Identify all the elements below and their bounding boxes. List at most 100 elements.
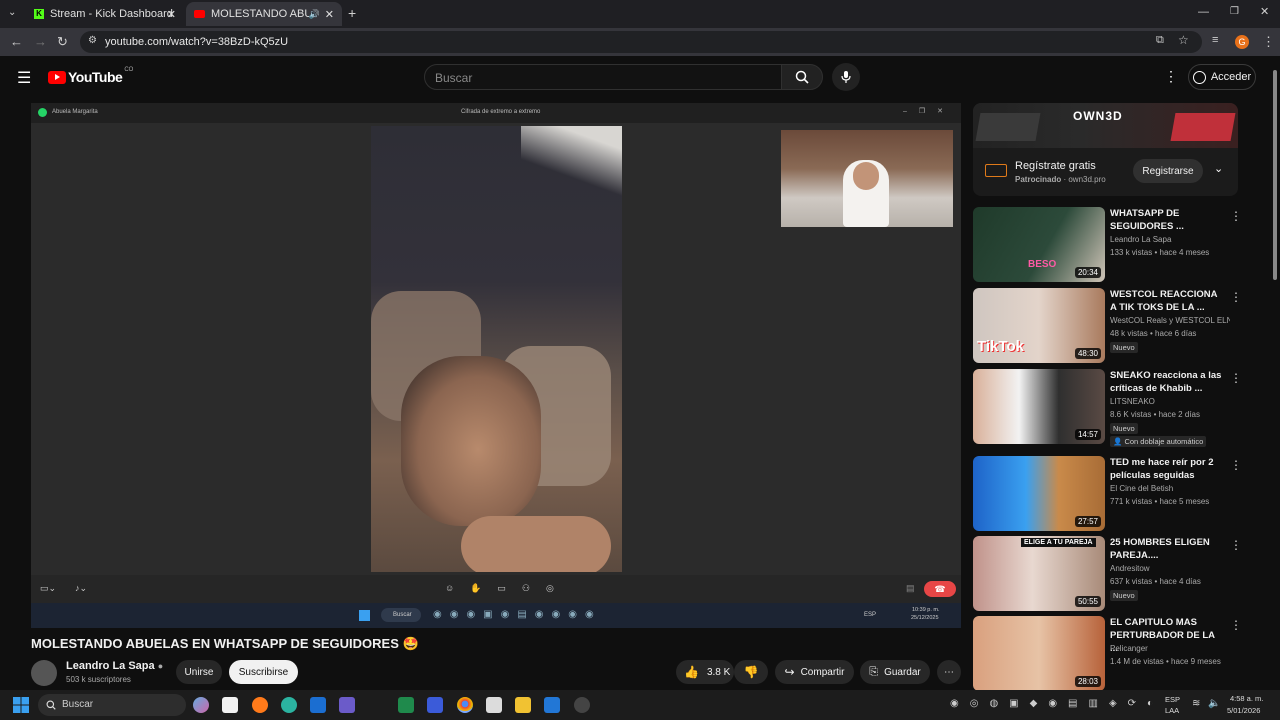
tray-icons[interactable]: ◉◎◍▣◆◉▤▥◈⟳◐ [950,698,1153,712]
whatsapp-title-bar: Abuela Margarita Cifrada de extremo a ex… [31,103,961,123]
recommendation-item[interactable]: 14:57 SNEAKO reacciona a las críticas de… [973,369,1243,447]
video-thumbnail[interactable]: 27:57 [973,456,1105,531]
call-tools-icons[interactable]: ☺✋▭⚇◎ [445,583,570,594]
settings-more-icon[interactable]: ⋮ [1164,68,1178,85]
recommendation-item[interactable]: TikTok 48:30 WESTCOL REACCIONA A TIK TOK… [973,288,1243,363]
recommendation-title: 25 HOMBRES ELIGEN PAREJA.... [1110,537,1210,561]
tab-search-icon[interactable]: ⌄ [8,8,16,18]
recommendation-meta: 637 k vistas • hace 4 días [1110,577,1201,586]
recommendation-item[interactable]: BESO 20:34 WHATSAPP DE SEGUIDORES ... Le… [973,207,1243,282]
sign-in-label: Acceder [1210,71,1252,83]
tab-title: MOLESTANDO ABUELAS EN [211,8,309,20]
dislike-button[interactable]: 👎 [734,660,768,684]
back-icon[interactable]: ← [10,35,23,48]
more-options-icon[interactable]: ⋮ [1230,618,1242,632]
channel-avatar[interactable] [31,660,57,686]
video-thumbnail[interactable]: BESO 20:34 [973,207,1105,282]
more-options-icon[interactable]: ⋮ [1230,290,1242,304]
mic-toggle-icon[interactable]: ♪⌄ [75,583,87,594]
thumbs-up-icon: 👍 [684,665,699,679]
windows-start-icon[interactable] [13,697,29,713]
site-info-icon[interactable]: ⚙ [88,35,97,46]
speaker-icon[interactable]: 🔊 [309,9,320,20]
app-icon[interactable] [427,697,443,713]
more-options-icon[interactable]: ⋮ [1230,458,1242,472]
share-button[interactable]: ↪ Compartir [775,660,854,684]
video-player[interactable]: Abuela Margarita Cifrada de extremo a ex… [31,103,961,628]
ad-cta-button[interactable]: Registrarse [1133,159,1203,183]
duration-badge: 27:57 [1074,516,1101,527]
taskbar-lang[interactable]: ESP [1165,695,1180,704]
mail-icon[interactable] [544,697,560,713]
install-icon[interactable]: ⧉ [1156,34,1164,47]
media-control-icon[interactable]: ≡ [1212,35,1218,46]
end-call-button[interactable]: ☎ [924,581,956,597]
wifi-icon[interactable]: ≋ [1192,698,1200,709]
copilot-icon[interactable] [193,697,209,713]
sign-in-button[interactable]: Acceder [1188,64,1256,90]
outlook-icon[interactable] [310,697,326,713]
voice-search-button[interactable] [832,63,860,91]
more-options-icon[interactable]: ⋮ [1230,538,1242,552]
tab-kick-dashboard[interactable]: K Stream - Kick Dashboard ✕ [26,2,184,26]
chevron-down-icon[interactable]: ⌄ [1214,162,1223,175]
clock-time[interactable]: 4:58 a. m. [1230,694,1263,703]
excel-icon[interactable] [398,697,414,713]
recommendation-item[interactable]: 27:57 TED me hace reír por 2 películas s… [973,456,1243,531]
address-bar[interactable]: ⚙ youtube.com/watch?v=38BzD-kQ5zU ⧉ ☆ [80,31,1202,53]
close-tab-icon[interactable]: ✕ [325,8,334,21]
chrome-icon[interactable] [457,697,473,713]
file-explorer-icon[interactable] [515,697,531,713]
edge-icon[interactable] [281,697,297,713]
clock-date[interactable]: 5/01/2026 [1227,706,1260,715]
volume-icon[interactable]: 🔈 [1208,698,1220,709]
camera-toggle-icon[interactable]: ▭⌄ [40,583,56,594]
obs-icon[interactable] [574,697,590,713]
reload-icon[interactable]: ↻ [57,35,68,48]
more-options-icon[interactable]: ⋮ [1230,209,1242,223]
contact-name: Abuela Margarita [52,109,98,115]
video-thumbnail[interactable]: ELIGE A TU PAREJA 50:55 [973,536,1105,611]
duration-badge: 14:57 [1074,429,1101,440]
tab-youtube-video[interactable]: MOLESTANDO ABUELAS EN 🔊 ✕ [186,2,342,26]
more-actions-button[interactable]: ⋯ [937,660,961,684]
channel-name[interactable]: Leandro La Sapa ● [66,660,163,672]
forward-icon[interactable]: → [34,35,47,48]
scrollbar-thumb[interactable] [1273,70,1277,280]
bookmark-star-icon[interactable]: ☆ [1178,33,1189,47]
more-options-icon[interactable]: ⋮ [1230,371,1242,385]
browser-menu-icon[interactable]: ⋮ [1262,35,1275,48]
save-label: Guardar [884,666,921,678]
video-thumbnail[interactable]: 28:03 [973,616,1105,691]
store-icon[interactable] [222,697,238,713]
teams-icon[interactable] [339,697,355,713]
close-window-icon[interactable]: ✕ [1260,7,1269,18]
recommendation-meta: 8.6 K vistas • hace 2 días [1110,410,1200,419]
ad-icon [985,164,1007,177]
save-button[interactable]: ⎘ Guardar [860,660,930,684]
firefox-icon[interactable] [252,697,268,713]
recommendation-item[interactable]: 28:03 EL CAPITULO MAS PERTURBADOR DE LA … [973,616,1243,691]
search-button[interactable] [781,64,823,90]
like-button[interactable]: 👍 3.8 K [676,660,734,684]
new-tab-icon[interactable]: + [348,6,356,20]
taskbar-search[interactable]: Buscar [38,694,186,716]
video-thumbnail[interactable]: 14:57 [973,369,1105,444]
search-input[interactable]: Buscar [424,64,782,90]
self-camera-preview [781,130,953,227]
notepad-icon[interactable] [486,697,502,713]
video-thumbnail[interactable]: TikTok 48:30 [973,288,1105,363]
minimize-icon[interactable]: — [1198,7,1209,18]
layout-icon[interactable]: ▤ [906,583,915,594]
youtube-logo[interactable]: YouTube CO [48,67,133,85]
close-tab-icon[interactable]: ✕ [167,8,176,21]
recommendation-item[interactable]: ELIGE A TU PAREJA 50:55 25 HOMBRES ELIGE… [973,536,1243,611]
join-button[interactable]: Unirse [176,660,222,684]
profile-avatar[interactable]: G [1235,35,1249,49]
sponsored-ad[interactable]: OWN3D Regístrate gratis Patrocinado · ow… [973,103,1238,196]
hamburger-menu-icon[interactable]: ☰ [17,68,31,88]
subscribe-button[interactable]: Suscribirse [229,660,298,684]
dubbing-icon: 👤 [1113,437,1123,446]
taskbar-lang-variant[interactable]: LAA [1165,706,1179,715]
restore-icon[interactable]: ❐ [1230,7,1239,17]
